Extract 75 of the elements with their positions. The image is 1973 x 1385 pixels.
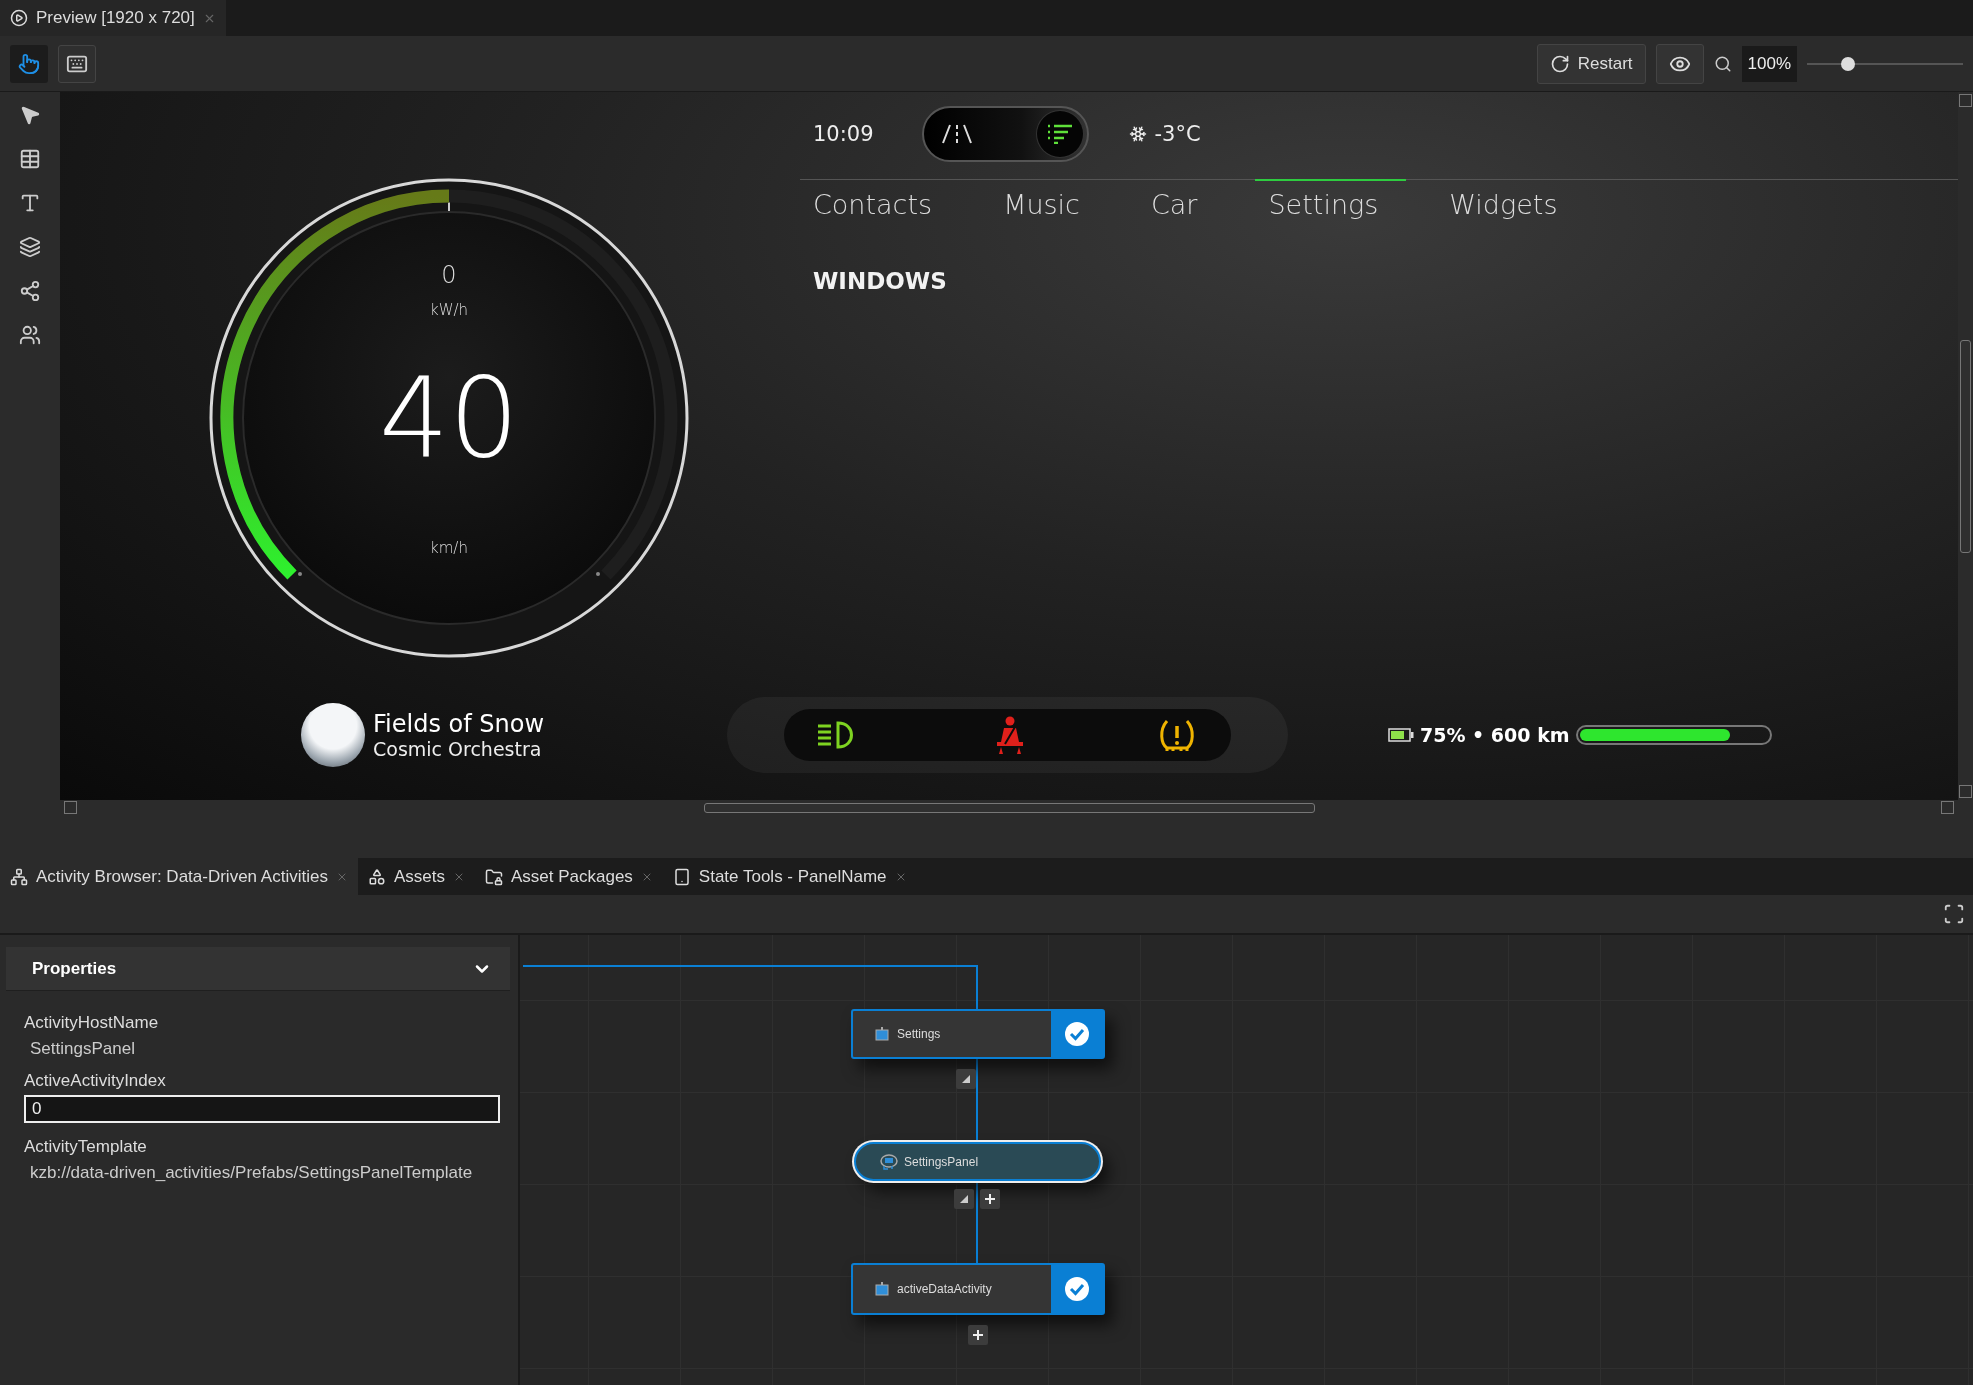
add-button[interactable] [968, 1325, 988, 1345]
collapse-button[interactable] [954, 1189, 974, 1209]
battery-icon [1388, 728, 1414, 742]
speed-unit: km/h [430, 541, 468, 556]
panel-tab[interactable]: Asset Packages [474, 858, 663, 895]
connect-icon[interactable] [19, 280, 41, 302]
add-button[interactable] [980, 1189, 1000, 1209]
hand-pointer-icon [18, 52, 40, 75]
panel-tab[interactable]: State Tools - PanelName [662, 858, 917, 895]
scrollbar-thumb[interactable] [704, 803, 1315, 813]
zoom-value[interactable]: 100% [1741, 45, 1797, 82]
preview-tab[interactable]: Preview [1920 x 720] [0, 0, 226, 36]
vertical-scrollbar[interactable] [1958, 92, 1973, 800]
fit-view-icon[interactable] [1943, 903, 1965, 925]
power-unit: kW/h [429, 303, 469, 318]
slider-thumb[interactable] [1840, 56, 1855, 71]
node-label: Settings [897, 1027, 941, 1041]
node-label: SettingsPanel [904, 1154, 979, 1169]
activity-node[interactable]: Settings [851, 1009, 1105, 1059]
nav-tab[interactable]: Music [990, 179, 1108, 228]
property-input[interactable]: 0 [24, 1095, 500, 1123]
select-tool-icon[interactable] [19, 104, 41, 126]
panel-tab[interactable]: Activity Browser: Data-Driven Activities [0, 858, 358, 895]
property-label: ActivityTemplate [24, 1137, 147, 1157]
folder-lock-icon [484, 867, 503, 886]
plus-icon [985, 1194, 995, 1204]
node-label: activeDataActivity [897, 1282, 992, 1296]
track-artist: Cosmic Orchestra [373, 738, 543, 760]
keyboard-button[interactable] [58, 44, 96, 83]
nav-tab[interactable]: Settings [1255, 179, 1407, 228]
speed-value: 40 [379, 363, 519, 473]
activity-icon [875, 1027, 889, 1041]
tab-title: Preview [1920 x 720] [36, 8, 195, 28]
temperature: -3°C [1154, 122, 1201, 146]
property-label: ActiveActivityIndex [24, 1071, 166, 1091]
scrollbar-thumb[interactable] [1960, 340, 1971, 553]
collapse-icon [960, 1195, 968, 1203]
nav-tab[interactable]: Widgets [1436, 179, 1586, 228]
layers-icon[interactable] [19, 236, 41, 258]
list-icon [1046, 124, 1073, 144]
power-value: 0 [441, 263, 457, 287]
play-icon [10, 9, 28, 27]
nav-tab[interactable]: Contacts [800, 179, 961, 228]
battery-reading: 75% • 600 km [1420, 724, 1570, 746]
track-title: Fields of Snow [373, 710, 545, 738]
restart-icon [1549, 53, 1570, 74]
restart-button[interactable]: Restart [1536, 43, 1646, 84]
panel-tab[interactable]: Assets [357, 858, 475, 895]
section-heading: WINDOWS [813, 268, 948, 294]
shapes-icon [367, 867, 386, 886]
property-label: ActivityHostName [24, 1013, 159, 1033]
visibility-button[interactable] [1655, 43, 1704, 84]
pointer-tool-button[interactable] [10, 44, 48, 83]
property-value: kzb://data-driven_activities/Prefabs/SettingsPanelTemplate [30, 1163, 473, 1183]
zoom-icon [1713, 54, 1732, 73]
road-icon [939, 123, 974, 145]
collapse-icon [962, 1075, 970, 1083]
activity-node[interactable]: activeDataActivity [851, 1263, 1105, 1315]
drive-mode-button[interactable] [1036, 111, 1083, 157]
people-icon[interactable] [19, 324, 41, 346]
nav-tab[interactable]: Car [1137, 179, 1226, 228]
clock-time: 10:09 [813, 122, 874, 146]
property-value: SettingsPanel [30, 1039, 135, 1059]
drive-mode-switch[interactable] [921, 106, 1089, 162]
activity-host-icon [880, 1153, 898, 1170]
collapse-button[interactable] [956, 1069, 976, 1089]
text-tool-icon[interactable] [19, 192, 41, 214]
properties-header[interactable]: Properties [6, 947, 510, 991]
activity-host-node[interactable]: SettingsPanel [854, 1142, 1101, 1181]
tablet-icon [672, 867, 691, 886]
activity-icon [875, 1282, 889, 1296]
hierarchy-icon [10, 867, 28, 886]
table-icon[interactable] [19, 148, 41, 170]
snowflake-icon [1128, 125, 1147, 143]
plus-icon [973, 1330, 983, 1340]
